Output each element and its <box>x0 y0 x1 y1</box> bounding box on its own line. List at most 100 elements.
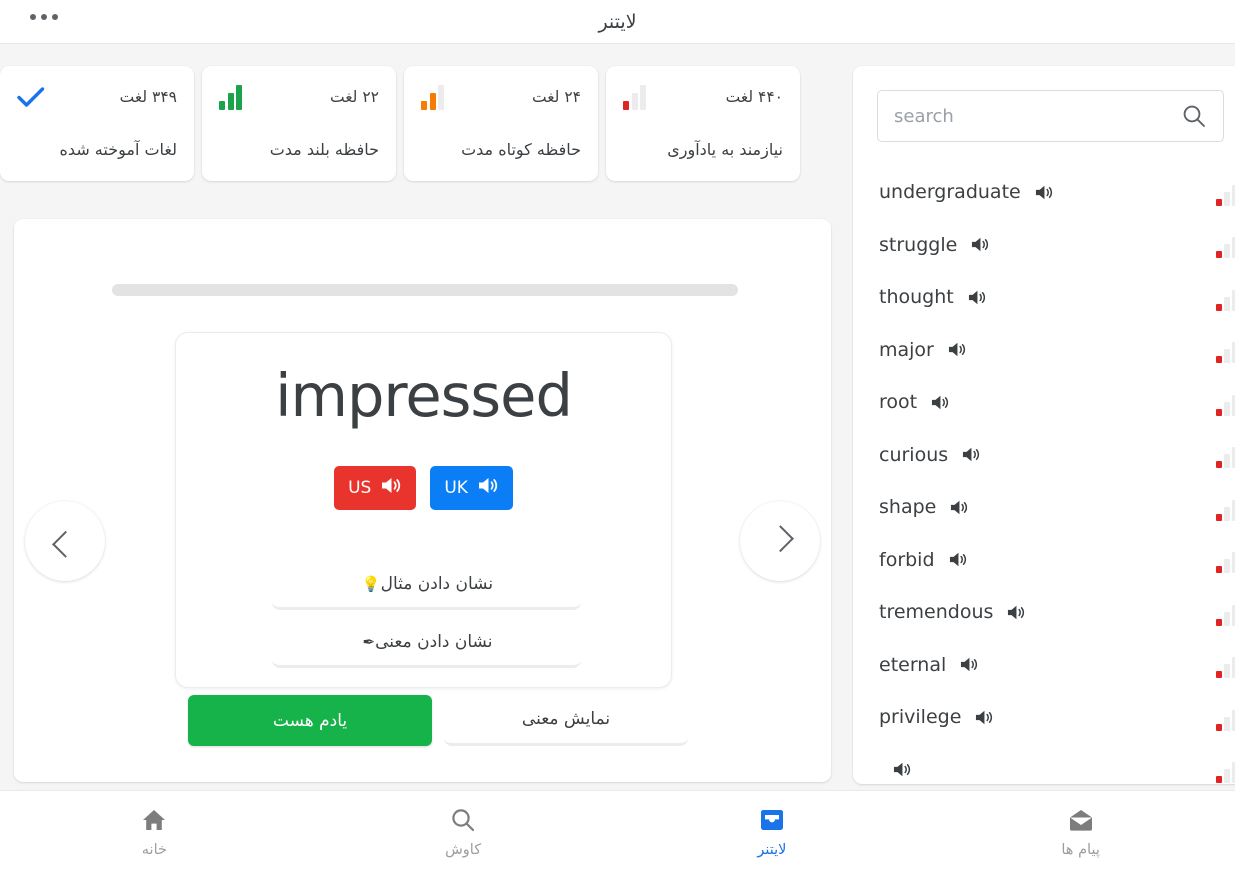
next-card-button[interactable] <box>740 501 820 581</box>
speaker-icon[interactable] <box>949 499 969 516</box>
pronunciation-buttons: US UK <box>176 466 671 510</box>
page-body: ۳۴۹ لغت لغات آموخته شده ۲۲ لغت حافظه بلن… <box>0 44 1235 790</box>
speaker-icon[interactable] <box>970 236 990 253</box>
bar-3 <box>640 85 646 110</box>
word-label: tremendous <box>879 601 994 624</box>
show-example-label: نشان دادن مثال <box>380 574 494 594</box>
level-bar-chart-icon <box>1216 447 1235 468</box>
bar-1 <box>1216 303 1222 311</box>
word-label: major <box>879 338 934 361</box>
stat-count: ۴۴۰ لغت <box>725 88 783 106</box>
level-bar-chart-icon <box>1216 709 1235 731</box>
chevron-right-icon <box>766 524 794 552</box>
speaker-icon <box>477 476 499 500</box>
stats-row: ۳۴۹ لغت لغات آموخته شده ۲۲ لغت حافظه بلن… <box>0 66 845 181</box>
pronounce-us-button[interactable]: US <box>334 466 417 510</box>
level-bar-chart-icon <box>1216 604 1235 626</box>
list-item[interactable]: shape <box>853 481 1235 534</box>
level-bar-chart-icon <box>1216 499 1235 521</box>
speaker-icon[interactable] <box>892 761 912 778</box>
stat-card-short-term[interactable]: ۲۴ لغت حافظه کوتاه مدت <box>404 66 598 181</box>
bar-2 <box>1224 506 1230 521</box>
flashcard-panel: impressed US UK نشان دادن مثال💡 نشان داد… <box>14 219 831 782</box>
bar-1 <box>623 101 629 110</box>
list-item[interactable]: root <box>853 376 1235 429</box>
check-icon <box>17 86 45 108</box>
show-meaning-inline-button[interactable]: نشان دادن معنی✒ <box>272 619 581 668</box>
bar-1 <box>1216 198 1222 206</box>
show-meaning-inline-label: نشان دادن معنی <box>375 632 493 652</box>
bar-1 <box>1216 356 1222 363</box>
bar-2 <box>1224 559 1230 573</box>
bar-2 <box>1224 454 1230 468</box>
nav-label: خانه <box>141 842 167 858</box>
speaker-icon[interactable] <box>947 341 967 358</box>
nav-item-messages[interactable]: پیام ها <box>926 791 1235 874</box>
speaker-icon[interactable] <box>1006 604 1026 621</box>
speaker-icon[interactable] <box>948 551 968 568</box>
level-bar-chart-icon <box>1216 237 1235 258</box>
stat-card-top: ۴۴۰ لغت <box>623 82 783 112</box>
bar-2 <box>1224 716 1230 731</box>
nav-item-explore[interactable]: کاوش <box>309 791 618 874</box>
bar-3 <box>438 85 444 110</box>
stat-card-learned[interactable]: ۳۴۹ لغت لغات آموخته شده <box>0 66 194 181</box>
bar-3 <box>236 85 242 110</box>
search-input[interactable] <box>878 91 1181 141</box>
word-list[interactable]: undergraduate struggle thought major roo… <box>853 166 1235 784</box>
speaker-icon[interactable] <box>961 446 981 463</box>
list-item[interactable]: curious <box>853 429 1235 482</box>
level-bar-chart-icon <box>1216 289 1235 311</box>
bar-1 <box>219 101 225 110</box>
speaker-icon[interactable] <box>959 656 979 673</box>
stat-count: ۳۴۹ لغت <box>119 88 177 106</box>
nav-item-leitner[interactable]: لایتنر <box>618 791 927 874</box>
list-item[interactable] <box>853 744 1235 785</box>
list-item[interactable]: undergraduate <box>853 166 1235 219</box>
word-label: eternal <box>879 653 947 676</box>
lightbulb-icon: 💡 <box>361 575 381 593</box>
stat-count: ۲۲ لغت <box>329 88 379 106</box>
previous-card-button[interactable] <box>25 501 105 581</box>
show-meaning-button[interactable]: نمایش معنی <box>444 695 688 746</box>
word-label: struggle <box>879 233 958 256</box>
bar-2 <box>1224 191 1230 206</box>
list-item[interactable]: forbid <box>853 534 1235 587</box>
leitner-main-column: ۳۴۹ لغت لغات آموخته شده ۲۲ لغت حافظه بلن… <box>0 44 845 790</box>
speaker-icon[interactable] <box>974 709 994 726</box>
bar-2 <box>1224 611 1230 626</box>
bar-2 <box>1224 349 1230 363</box>
bar-1 <box>1216 671 1222 678</box>
word-label: thought <box>879 286 954 309</box>
search-box[interactable] <box>877 90 1224 142</box>
level-bar-chart-icon <box>1216 552 1235 573</box>
speaker-icon[interactable] <box>1034 184 1054 201</box>
nav-item-home[interactable]: خانه <box>0 791 309 874</box>
flashcard[interactable]: impressed US UK نشان دادن مثال💡 نشان داد… <box>175 332 672 688</box>
stat-card-long-term[interactable]: ۲۲ لغت حافظه بلند مدت <box>202 66 396 181</box>
bottom-navigation: خانه کاوش لایتنر پیام ها <box>0 790 1235 874</box>
list-item[interactable]: eternal <box>853 639 1235 692</box>
bar-chart-icon <box>623 84 646 110</box>
list-item[interactable]: major <box>853 324 1235 377</box>
list-item[interactable]: tremendous <box>853 586 1235 639</box>
list-item[interactable]: struggle <box>853 219 1235 272</box>
flashcard-actions: یادم هست نمایش معنی <box>188 695 688 746</box>
bar-1 <box>1216 461 1222 468</box>
pen-icon: ✒ <box>362 633 376 651</box>
bar-2 <box>1224 401 1230 416</box>
home-icon <box>141 807 167 833</box>
bar-1 <box>1216 723 1222 731</box>
pronounce-us-label: US <box>348 478 372 498</box>
stat-card-top: ۳۴۹ لغت <box>17 82 177 112</box>
remember-button[interactable]: یادم هست <box>188 695 432 746</box>
nav-label: پیام ها <box>1061 842 1100 858</box>
pronounce-uk-button[interactable]: UK <box>430 466 513 510</box>
speaker-icon[interactable] <box>930 394 950 411</box>
search-icon[interactable] <box>1181 103 1207 129</box>
stat-card-needs-review[interactable]: ۴۴۰ لغت نیازمند به یادآوری <box>606 66 800 181</box>
speaker-icon[interactable] <box>967 289 987 306</box>
show-example-button[interactable]: نشان دادن مثال💡 <box>272 561 581 610</box>
list-item[interactable]: privilege <box>853 691 1235 744</box>
list-item[interactable]: thought <box>853 271 1235 324</box>
